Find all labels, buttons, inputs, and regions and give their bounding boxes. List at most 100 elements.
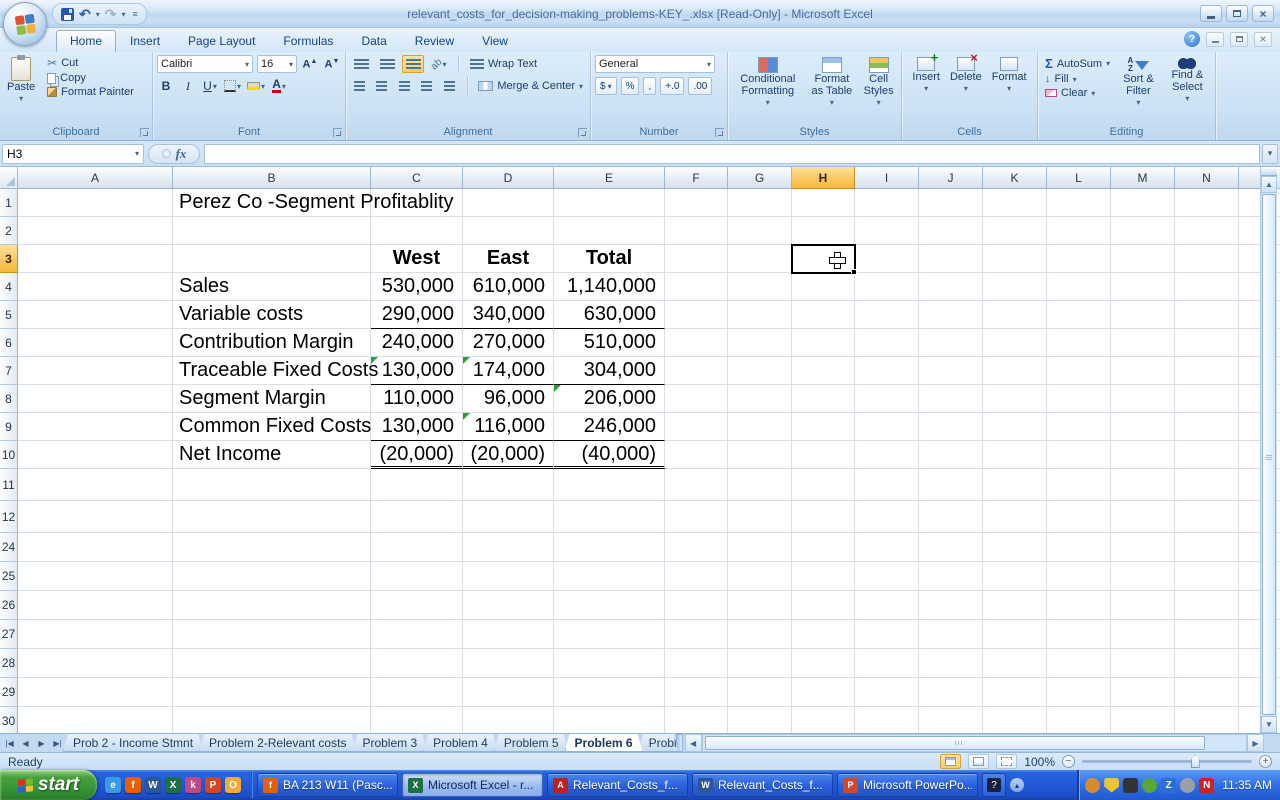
cell-K10[interactable] [983, 441, 1047, 469]
cell-J10[interactable] [919, 441, 983, 469]
clipboard-dialog-launcher-icon[interactable] [140, 128, 149, 137]
cell-M7[interactable] [1111, 357, 1175, 385]
middle-align-button[interactable] [376, 55, 398, 73]
workbook-close-button[interactable]: × [1254, 32, 1272, 47]
cell-E5[interactable]: 630,000 [554, 301, 665, 329]
zoom-level[interactable]: 100% [1024, 755, 1055, 769]
cell-G26[interactable] [728, 591, 792, 620]
next-sheet-button[interactable]: ▶ [34, 736, 49, 751]
cell-J25[interactable] [919, 562, 983, 591]
column-header-A[interactable]: A [18, 167, 173, 189]
row-header-28[interactable]: 28 [0, 649, 18, 678]
cell-I1[interactable] [855, 189, 919, 217]
horizontal-scrollbar[interactable]: ◀ ▶ [685, 734, 1264, 752]
quicklaunch-firefox-icon[interactable]: f [125, 777, 141, 793]
cell-F10[interactable] [665, 441, 728, 469]
bold-button[interactable]: B [157, 77, 175, 95]
cell-N30[interactable] [1175, 707, 1239, 733]
cell-G6[interactable] [728, 329, 792, 357]
cell-J4[interactable] [919, 273, 983, 301]
cell-N27[interactable] [1175, 620, 1239, 649]
cell-J1[interactable] [919, 189, 983, 217]
cell-M25[interactable] [1111, 562, 1175, 591]
cell-K5[interactable] [983, 301, 1047, 329]
accounting-format-button[interactable]: $▾ [595, 77, 617, 95]
decrease-indent-button[interactable] [418, 77, 437, 95]
vertical-scrollbar[interactable]: ▲ ▼ [1260, 167, 1277, 733]
cell-G1[interactable] [728, 189, 792, 217]
cell-G25[interactable] [728, 562, 792, 591]
cell-K6[interactable] [983, 329, 1047, 357]
cell-N11[interactable] [1175, 469, 1239, 501]
cell-H9[interactable] [792, 413, 855, 441]
paste-button[interactable]: Paste ▾ [4, 55, 38, 107]
cell-D9[interactable]: 116,000 [463, 413, 554, 441]
cell-B6[interactable]: Contribution Margin [173, 329, 371, 357]
cell-M30[interactable] [1111, 707, 1175, 733]
cell-M1[interactable] [1111, 189, 1175, 217]
row-header-7[interactable]: 7 [0, 357, 18, 385]
cell-E7[interactable]: 304,000 [554, 357, 665, 385]
row-header-26[interactable]: 26 [0, 591, 18, 620]
cell-I5[interactable] [855, 301, 919, 329]
sheet-tab-problem-5[interactable]: Problem 5 [494, 734, 569, 752]
comma-style-button[interactable]: , [643, 77, 656, 95]
cell-M28[interactable] [1111, 649, 1175, 678]
start-button[interactable]: start [0, 770, 97, 800]
format-as-table-button[interactable]: Format as Table▾ [806, 55, 859, 124]
row-header-2[interactable]: 2 [0, 217, 18, 245]
cell-N12[interactable] [1175, 501, 1239, 533]
number-dialog-launcher-icon[interactable] [715, 128, 724, 137]
cell-G12[interactable] [728, 501, 792, 533]
column-header-L[interactable]: L [1047, 167, 1111, 189]
cell-D29[interactable] [463, 678, 554, 707]
cell-C5[interactable]: 290,000 [371, 301, 463, 329]
cell-C4[interactable]: 530,000 [371, 273, 463, 301]
cell-J24[interactable] [919, 533, 983, 562]
cell-C7[interactable]: 130,000 [371, 357, 463, 385]
row-header-12[interactable]: 12 [0, 501, 18, 533]
cell-K28[interactable] [983, 649, 1047, 678]
cell-D11[interactable] [463, 469, 554, 501]
cell-H11[interactable] [792, 469, 855, 501]
cell-E8[interactable]: 206,000 [554, 385, 665, 413]
cell-M12[interactable] [1111, 501, 1175, 533]
cell-H10[interactable] [792, 441, 855, 469]
cell-I29[interactable] [855, 678, 919, 707]
cell-D5[interactable]: 340,000 [463, 301, 554, 329]
cell-A3[interactable] [18, 245, 173, 273]
workbook-minimize-button[interactable] [1206, 32, 1224, 47]
show-hidden-icons-button[interactable]: ▴ [1010, 778, 1024, 792]
cell-E25[interactable] [554, 562, 665, 591]
taskbar-task-microsoft-excel-r[interactable]: XMicrosoft Excel - r... [402, 773, 543, 797]
tray-icon-2[interactable] [1104, 778, 1119, 793]
tab-insert[interactable]: Insert [116, 30, 174, 52]
cell-J28[interactable] [919, 649, 983, 678]
cell-H12[interactable] [792, 501, 855, 533]
cell-L2[interactable] [1047, 217, 1111, 245]
tray-icon-3[interactable] [1123, 778, 1138, 793]
cell-A8[interactable] [18, 385, 173, 413]
cell-C8[interactable]: 110,000 [371, 385, 463, 413]
cell-N9[interactable] [1175, 413, 1239, 441]
column-header-K[interactable]: K [983, 167, 1047, 189]
cell-A1[interactable] [18, 189, 173, 217]
cell-G3[interactable] [728, 245, 792, 273]
active-cell-outline[interactable] [791, 244, 856, 274]
cell-D12[interactable] [463, 501, 554, 533]
cell-A10[interactable] [18, 441, 173, 469]
borders-button[interactable]: ▾ [223, 77, 242, 95]
cell-B30[interactable] [173, 707, 371, 733]
cell-D30[interactable] [463, 707, 554, 733]
tray-icon-1[interactable] [1085, 778, 1100, 793]
cell-E29[interactable] [554, 678, 665, 707]
column-header-C[interactable]: C [371, 167, 463, 189]
sheet-tab-problem-2-relevant-costs[interactable]: Problem 2-Relevant costs [199, 734, 356, 752]
row-header-5[interactable]: 5 [0, 301, 18, 329]
cell-I7[interactable] [855, 357, 919, 385]
cell-G8[interactable] [728, 385, 792, 413]
cell-B8[interactable]: Segment Margin [173, 385, 371, 413]
cell-K7[interactable] [983, 357, 1047, 385]
cell-D4[interactable]: 610,000 [463, 273, 554, 301]
cell-F1[interactable] [665, 189, 728, 217]
